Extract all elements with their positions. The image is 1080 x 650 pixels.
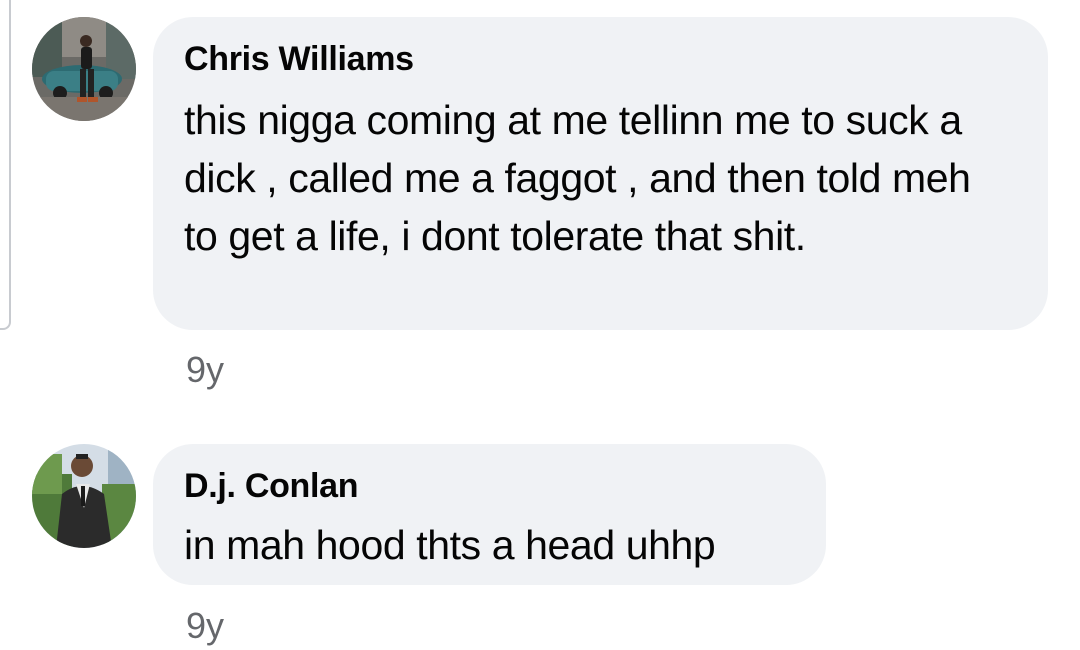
comment-timestamp[interactable]: 9y [186,606,224,646]
comment-text: in mah hood thts a head uhhp [184,522,716,568]
comment-timestamp[interactable]: 9y [186,350,224,390]
comment-item: D.j. Conlan in mah hood thts a head uhhp… [0,430,1080,650]
comment-author[interactable]: Chris Williams [184,39,1020,79]
comment-bubble[interactable]: D.j. Conlan in mah hood thts a head uhhp [153,444,826,585]
profile-photo-icon [32,17,136,121]
avatar[interactable] [32,444,136,548]
profile-photo-icon [32,444,136,548]
avatar[interactable] [32,17,136,121]
comment-bubble[interactable]: Chris Williams this nigga coming at me t… [153,17,1048,330]
comment-author[interactable]: D.j. Conlan [184,466,798,506]
comment-item: Chris Williams this nigga coming at me t… [0,0,1080,400]
comment-text: this nigga coming at me tellinn me to su… [184,97,971,259]
